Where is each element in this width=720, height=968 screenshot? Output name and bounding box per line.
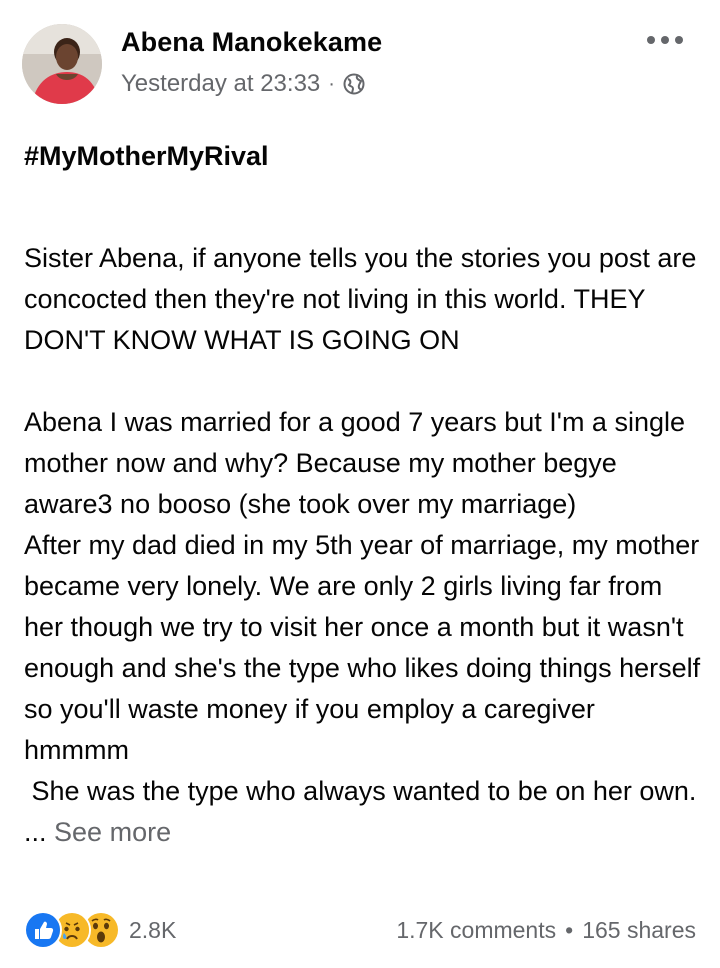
post-body: #MyMotherMyRival Sister Abena, if anyone… [24,136,704,853]
comments-count-link[interactable]: 1.7K comments [396,917,556,944]
reactions-summary[interactable]: 2.8K [24,911,176,949]
stats-separator: • [565,917,574,943]
see-more-link[interactable]: See more [54,817,171,847]
post-footer: 2.8K 1.7K comments • 165 shares [0,905,720,957]
author-avatar[interactable] [22,24,102,104]
post-header: Abena Manokekame Yesterday at 23:33 · [0,0,720,120]
more-options-icon[interactable] [647,32,687,48]
post-hashtag[interactable]: #MyMotherMyRival [24,136,704,177]
post-paragraph: After my dad died in my 5th year of marr… [24,530,701,765]
post-paragraph: Sister Abena, if anyone tells you the st… [24,243,697,355]
more-dot [647,36,655,44]
more-dot [661,36,669,44]
post-paragraph: Abena I was married for a good 7 years b… [24,407,685,519]
post-paragraph-last: She was the type who always wanted to be… [24,771,704,853]
post-stats: 1.7K comments • 165 shares [396,917,696,944]
reaction-count: 2.8K [129,916,177,943]
shares-count-link[interactable]: 165 shares [582,917,696,944]
globe-icon [343,73,365,95]
author-name[interactable]: Abena Manokekame [121,27,382,58]
like-icon [24,911,62,949]
more-dot [675,36,683,44]
post-meta: Yesterday at 23:33 · [121,70,365,98]
meta-separator: · [328,72,335,95]
post-timestamp[interactable]: Yesterday at 23:33 [121,70,320,98]
